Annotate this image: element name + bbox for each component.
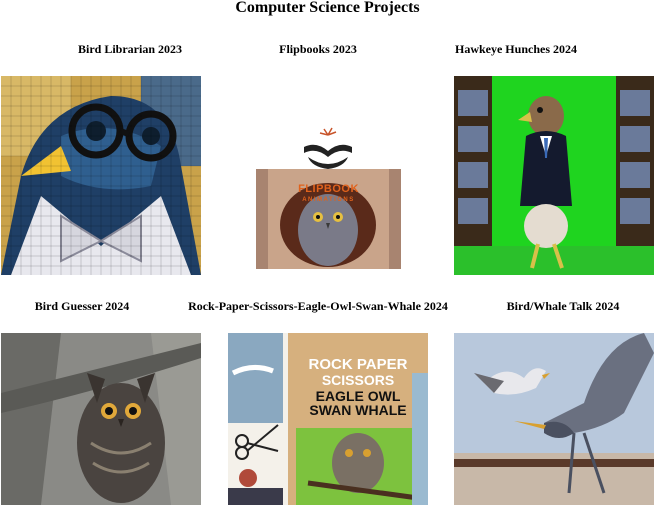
bird-whale-talk-image-link[interactable] — [454, 333, 654, 505]
bird-guesser-image — [1, 333, 201, 505]
project-title-hawkeye-hunches: Hawkeye Hunches 2024 — [454, 42, 577, 56]
project-title-flipbooks: Flipbooks 2023 — [279, 42, 357, 56]
page-title: Computer Science Projects — [235, 0, 420, 16]
project-title-bird-guesser: Bird Guesser 2024 — [34, 299, 130, 313]
bird-librarian-image — [1, 76, 201, 275]
rock-paper-scissors-poster-line-3: EAGLE OWL — [315, 388, 401, 404]
bird-librarian-image-link[interactable] — [1, 76, 201, 275]
rock-paper-scissors-poster-line-2: SCISSORS — [321, 372, 395, 388]
rock-paper-scissors-image-link[interactable]: ROCK PAPER SCISSORS EAGLE OWL SWAN WHALE — [228, 333, 428, 505]
hawkeye-hunches-image — [454, 76, 654, 275]
flipbook-logo-subtext: ANIMATIONS — [302, 197, 355, 203]
bird-whale-talk-image — [454, 333, 654, 505]
flipbooks-image-link[interactable]: FLIPBOOK ANIMATIONS — [256, 125, 401, 269]
project-title-rock-paper-scissors: Rock-Paper-Scissors-Eagle-Owl-Swan-Whale… — [188, 299, 448, 313]
project-title-bird-whale-talk: Bird/Whale Talk 2024 — [506, 299, 620, 313]
project-title-bird-librarian: Bird Librarian 2023 — [77, 42, 182, 56]
hawkeye-hunches-image-link[interactable] — [454, 76, 654, 275]
rock-paper-scissors-poster-line-1: ROCK PAPER — [308, 356, 408, 373]
bird-guesser-image-link[interactable] — [1, 333, 201, 505]
rock-paper-scissors-poster-line-4: SWAN WHALE — [309, 402, 407, 418]
flipbook-logo-text: FLIPBOOK — [298, 183, 359, 195]
